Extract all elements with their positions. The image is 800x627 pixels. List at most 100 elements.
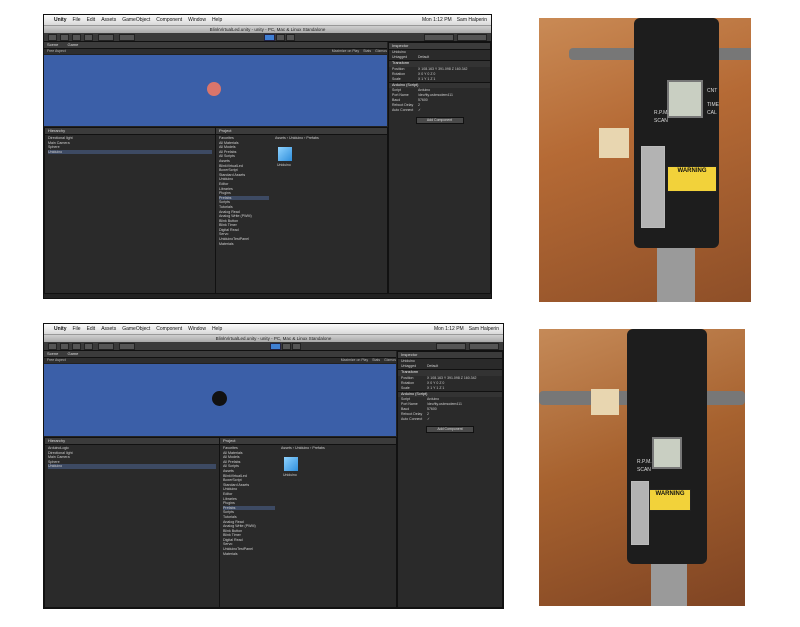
menu-gameobject[interactable]: GameObject bbox=[122, 326, 150, 332]
prefab-cube-icon[interactable] bbox=[278, 147, 292, 161]
menu-help[interactable]: Help bbox=[212, 17, 222, 23]
photo-bike-meter-top: R.P.M. SCAN CNT TIME CAL WARNING bbox=[539, 18, 751, 302]
window-title: BlinkVirtualLed.unity - unity - PC, Mac … bbox=[44, 335, 503, 342]
scale-tool-button[interactable] bbox=[84, 33, 93, 41]
menu-file[interactable]: File bbox=[73, 326, 81, 332]
move-tool-button[interactable] bbox=[60, 33, 69, 41]
menu-component[interactable]: Component bbox=[156, 17, 182, 23]
unity-toolbar bbox=[44, 342, 503, 351]
project-tab[interactable]: Project bbox=[220, 438, 396, 445]
layers-dropdown[interactable] bbox=[424, 33, 454, 41]
tab-scene[interactable]: Scene bbox=[47, 42, 58, 47]
hierarchy-list: ArduinoLogic Directional light Main Came… bbox=[45, 445, 219, 470]
menu-assets[interactable]: Assets bbox=[101, 326, 116, 332]
project-tab[interactable]: Project bbox=[216, 128, 387, 135]
layer-dropdown[interactable]: Default bbox=[418, 55, 429, 60]
step-button[interactable] bbox=[292, 342, 301, 350]
lcd-screen bbox=[667, 80, 703, 118]
layers-dropdown[interactable] bbox=[436, 342, 466, 350]
hierarchy-list: Directional light Main Camera Sphere Uni… bbox=[45, 135, 215, 155]
menu-assets[interactable]: Assets bbox=[101, 17, 116, 23]
tab-game[interactable]: Game bbox=[67, 351, 78, 356]
inspector-tab[interactable]: Inspector bbox=[398, 352, 502, 359]
menu-app[interactable]: Unity bbox=[54, 326, 67, 332]
tab-game[interactable]: Game bbox=[67, 42, 78, 47]
prefab-label: Uniduino bbox=[277, 163, 291, 167]
rotate-tool-button[interactable] bbox=[72, 33, 81, 41]
menu-edit[interactable]: Edit bbox=[87, 326, 96, 332]
local-toggle[interactable] bbox=[119, 342, 135, 350]
scan-label: SCAN bbox=[637, 467, 651, 473]
clock[interactable]: Mon 1:12 PM bbox=[434, 326, 464, 332]
menu-edit[interactable]: Edit bbox=[87, 17, 96, 23]
pause-button[interactable] bbox=[276, 33, 285, 41]
project-content: Assets › Uniduino › Prefabs Uniduino bbox=[272, 135, 387, 247]
tab-scene[interactable]: Scene bbox=[47, 351, 58, 356]
project-breadcrumb[interactable]: Assets › Uniduino › Prefabs bbox=[272, 135, 387, 142]
rotate-tool-button[interactable] bbox=[72, 342, 81, 350]
gizmos-dropdown[interactable]: Gizmos bbox=[384, 358, 396, 363]
local-toggle[interactable] bbox=[119, 33, 135, 41]
auto-connect-checkbox[interactable]: ✓ bbox=[427, 417, 430, 422]
scale-tool-button[interactable] bbox=[84, 342, 93, 350]
prefab-label: Uniduino bbox=[283, 473, 297, 477]
step-button[interactable] bbox=[286, 33, 295, 41]
hierarchy-tab[interactable]: Hierarchy bbox=[45, 128, 215, 135]
maximize-on-play-toggle[interactable]: Maximize on Play bbox=[341, 358, 368, 363]
pause-button[interactable] bbox=[282, 342, 291, 350]
layer-dropdown[interactable]: Default bbox=[427, 364, 438, 369]
menu-file[interactable]: File bbox=[73, 17, 81, 23]
menu-gameobject[interactable]: GameObject bbox=[122, 17, 150, 23]
menu-app[interactable]: Unity bbox=[54, 17, 67, 23]
scale-field[interactable]: X 1 Y 1 Z 1 bbox=[427, 386, 444, 391]
project-panel: Project Favorites All Materials All Mode… bbox=[219, 437, 397, 608]
add-component-button[interactable]: Add Component bbox=[415, 117, 464, 124]
pivot-toggle[interactable] bbox=[98, 33, 114, 41]
mac-menubar: Unity File Edit Assets GameObject Compon… bbox=[44, 15, 491, 26]
hand-tool-button[interactable] bbox=[48, 33, 57, 41]
maximize-on-play-toggle[interactable]: Maximize on Play bbox=[332, 49, 359, 54]
aspect-dropdown[interactable]: Free Aspect bbox=[47, 358, 66, 363]
cnt-label: CNT bbox=[707, 88, 718, 94]
warning-sticker: WARNING bbox=[667, 166, 717, 192]
tag-dropdown[interactable]: Untagged bbox=[392, 55, 418, 60]
game-viewport[interactable] bbox=[44, 364, 396, 436]
hierarchy-item-selected[interactable]: Uniduino bbox=[48, 149, 212, 155]
hand-tool-button[interactable] bbox=[48, 342, 57, 350]
auto-connect-checkbox[interactable]: ✓ bbox=[418, 108, 421, 113]
stats-toggle[interactable]: Stats bbox=[372, 358, 380, 363]
game-viewport[interactable] bbox=[44, 55, 387, 126]
play-button[interactable] bbox=[270, 342, 281, 350]
hierarchy-item-selected[interactable]: Uniduino bbox=[48, 464, 216, 469]
tag-dropdown[interactable]: Untagged bbox=[401, 364, 427, 369]
pivot-toggle[interactable] bbox=[98, 342, 114, 350]
gizmos-dropdown[interactable]: Gizmos bbox=[375, 49, 387, 54]
field-label: Scale bbox=[392, 76, 401, 81]
scale-field[interactable]: X 1 Y 1 Z 1 bbox=[418, 77, 435, 82]
project-breadcrumb[interactable]: Assets › Uniduino › Prefabs bbox=[278, 445, 396, 452]
menu-help[interactable]: Help bbox=[212, 326, 222, 332]
clock[interactable]: Mon 1:12 PM bbox=[422, 17, 452, 23]
project-tree: Favorites All Materials All Models All P… bbox=[220, 445, 278, 557]
stats-toggle[interactable]: Stats bbox=[363, 49, 371, 54]
menu-window[interactable]: Window bbox=[188, 17, 206, 23]
user-name[interactable]: Sam Halperin bbox=[469, 326, 499, 332]
play-button[interactable] bbox=[264, 33, 275, 41]
menu-component[interactable]: Component bbox=[156, 326, 182, 332]
layout-dropdown[interactable] bbox=[469, 342, 499, 350]
mac-menubar: Unity File Edit Assets GameObject Compon… bbox=[44, 324, 503, 335]
plastic-clip bbox=[631, 481, 649, 545]
tree-item[interactable]: Materials bbox=[223, 552, 275, 557]
game-view-panel: Scene Game Free Aspect Maximize on Play … bbox=[44, 42, 387, 54]
inspector-tab[interactable]: Inspector bbox=[389, 43, 490, 50]
aspect-dropdown[interactable]: Free Aspect bbox=[47, 49, 66, 54]
user-name[interactable]: Sam Halperin bbox=[457, 17, 487, 23]
hierarchy-tab[interactable]: Hierarchy bbox=[45, 438, 219, 445]
layout-dropdown[interactable] bbox=[457, 33, 487, 41]
sphere-object bbox=[212, 391, 227, 406]
menu-window[interactable]: Window bbox=[188, 326, 206, 332]
move-tool-button[interactable] bbox=[60, 342, 69, 350]
add-component-button[interactable]: Add Component bbox=[426, 426, 474, 433]
prefab-cube-icon[interactable] bbox=[284, 457, 298, 471]
tree-item[interactable]: Materials bbox=[219, 242, 269, 247]
